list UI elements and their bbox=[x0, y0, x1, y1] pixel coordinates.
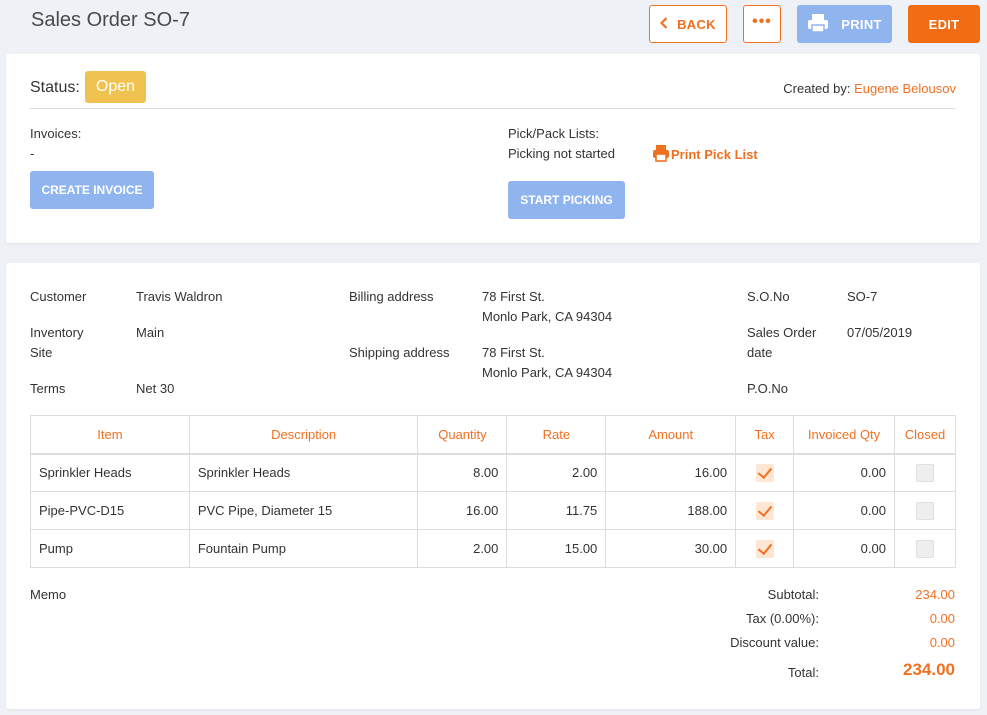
tax-checkbox[interactable] bbox=[755, 539, 774, 558]
line-items-table: Item Description Quantity Rate Amount Ta… bbox=[30, 415, 957, 568]
po-number-label: P.O.No bbox=[747, 381, 788, 396]
pick-pack-label: Pick/Pack Lists: bbox=[508, 126, 600, 141]
created-by-user-link[interactable]: Eugene Belousov bbox=[854, 81, 956, 96]
invoices-label: Invoices: bbox=[30, 126, 82, 141]
created-by: Created by: Eugene Belousov bbox=[783, 81, 956, 96]
item-cell: Pipe-PVC-D15 bbox=[30, 491, 190, 530]
chevron-left-icon bbox=[660, 16, 668, 32]
rate-cell: 15.00 bbox=[506, 529, 607, 568]
column-header-description: Description bbox=[188, 415, 419, 455]
closed-checkbox[interactable] bbox=[915, 539, 934, 558]
terms-value: Net 30 bbox=[136, 381, 175, 396]
so-number-value: SO-7 bbox=[847, 289, 878, 304]
shipping-address-label: Shipping address bbox=[349, 345, 450, 360]
order-details-card: Customer Travis Waldron Inventory Site M… bbox=[6, 263, 980, 709]
discount-label: Discount value: bbox=[730, 635, 819, 650]
invoiced-qty-cell: 0.00 bbox=[793, 491, 895, 530]
customer-value: Travis Waldron bbox=[136, 289, 223, 304]
table-row: Pump Fountain Pump 2.00 15.00 30.00 0.00 bbox=[30, 529, 957, 568]
tax-cell bbox=[735, 453, 795, 492]
printer-icon bbox=[807, 13, 829, 36]
quantity-cell: 16.00 bbox=[417, 491, 508, 530]
amount-cell: 188.00 bbox=[605, 491, 737, 530]
invoiced-qty-cell: 0.00 bbox=[793, 453, 895, 492]
memo-label: Memo bbox=[30, 587, 67, 602]
column-header-amount: Amount bbox=[605, 415, 737, 455]
status-card: Status: Open Created by: Eugene Belousov… bbox=[6, 54, 980, 243]
column-header-quantity: Quantity bbox=[417, 415, 508, 455]
tax-value: 0.00 bbox=[929, 611, 955, 626]
closed-cell bbox=[893, 453, 957, 492]
terms-label: Terms bbox=[30, 381, 66, 396]
table-row: Pipe-PVC-D15 PVC Pipe, Diameter 15 16.00… bbox=[30, 491, 957, 530]
column-header-item: Item bbox=[30, 415, 190, 455]
pick-pack-status: Picking not started bbox=[508, 146, 615, 161]
closed-cell bbox=[893, 529, 957, 568]
column-header-rate: Rate bbox=[506, 415, 607, 455]
amount-cell: 16.00 bbox=[605, 453, 737, 492]
back-label: BACK bbox=[677, 16, 716, 32]
total-label: Total: bbox=[787, 665, 819, 680]
print-button[interactable]: PRINT bbox=[797, 5, 892, 43]
description-cell: Sprinkler Heads bbox=[188, 453, 419, 492]
page-title: Sales Order SO-7 bbox=[31, 9, 190, 31]
closed-checkbox[interactable] bbox=[915, 501, 934, 520]
item-cell: Pump bbox=[30, 529, 190, 568]
tax-label: Tax (0.00%): bbox=[746, 611, 819, 626]
rate-cell: 2.00 bbox=[506, 453, 607, 492]
amount-cell: 30.00 bbox=[605, 529, 737, 568]
back-button[interactable]: BACK bbox=[649, 5, 727, 43]
description-cell: PVC Pipe, Diameter 15 bbox=[188, 491, 419, 530]
inventory-site-label: Inventory Site bbox=[30, 325, 84, 360]
customer-label: Customer bbox=[30, 289, 87, 304]
status-badge: Open bbox=[85, 71, 146, 103]
so-number-label: S.O.No bbox=[747, 289, 790, 304]
description-cell: Fountain Pump bbox=[188, 529, 419, 568]
start-picking-button[interactable]: START PICKING bbox=[508, 181, 625, 219]
more-actions-button[interactable]: ••• bbox=[743, 5, 781, 43]
column-header-tax: Tax bbox=[735, 415, 795, 455]
column-header-invoiced-qty: Invoiced Qty bbox=[793, 415, 895, 455]
edit-button[interactable]: EDIT bbox=[908, 5, 980, 43]
invoiced-qty-cell: 0.00 bbox=[793, 529, 895, 568]
print-label: PRINT bbox=[841, 16, 882, 32]
sales-order-date-value: 07/05/2019 bbox=[847, 325, 913, 340]
tax-cell bbox=[735, 529, 795, 568]
discount-value: 0.00 bbox=[929, 635, 955, 650]
subtotal-label: Subtotal: bbox=[767, 587, 819, 602]
print-pick-list-link[interactable]: Print Pick List bbox=[652, 144, 758, 165]
table-row: Sprinkler Heads Sprinkler Heads 8.00 2.0… bbox=[30, 453, 957, 492]
billing-address-value: 78 First St. Monlo Park, CA 94304 bbox=[482, 289, 613, 324]
tax-cell bbox=[735, 491, 795, 530]
total-value: 234.00 bbox=[903, 660, 955, 679]
tax-checkbox[interactable] bbox=[755, 463, 774, 482]
quantity-cell: 8.00 bbox=[417, 453, 508, 492]
page-header: Sales Order SO-7 BACK ••• PRINT EDIT bbox=[0, 0, 987, 52]
created-by-label: Created by: bbox=[783, 81, 851, 96]
print-pick-list-label: Print Pick List bbox=[671, 147, 758, 162]
create-invoice-button[interactable]: CREATE INVOICE bbox=[30, 171, 154, 209]
rate-cell: 11.75 bbox=[506, 491, 607, 530]
inventory-site-value: Main bbox=[136, 325, 165, 340]
status-label: Status: bbox=[30, 79, 80, 96]
column-header-closed: Closed bbox=[893, 415, 957, 455]
divider bbox=[30, 108, 956, 109]
sales-order-date-label: Sales Order date bbox=[747, 325, 817, 360]
closed-cell bbox=[893, 491, 957, 530]
printer-icon bbox=[652, 144, 670, 165]
shipping-address-value: 78 First St. Monlo Park, CA 94304 bbox=[482, 345, 613, 380]
closed-checkbox[interactable] bbox=[915, 463, 934, 482]
quantity-cell: 2.00 bbox=[417, 529, 508, 568]
table-header-row: Item Description Quantity Rate Amount Ta… bbox=[30, 415, 957, 455]
subtotal-value: 234.00 bbox=[915, 587, 955, 602]
item-cell: Sprinkler Heads bbox=[30, 453, 190, 492]
billing-address-label: Billing address bbox=[349, 289, 434, 304]
invoices-value: - bbox=[30, 146, 35, 161]
tax-checkbox[interactable] bbox=[755, 501, 774, 520]
